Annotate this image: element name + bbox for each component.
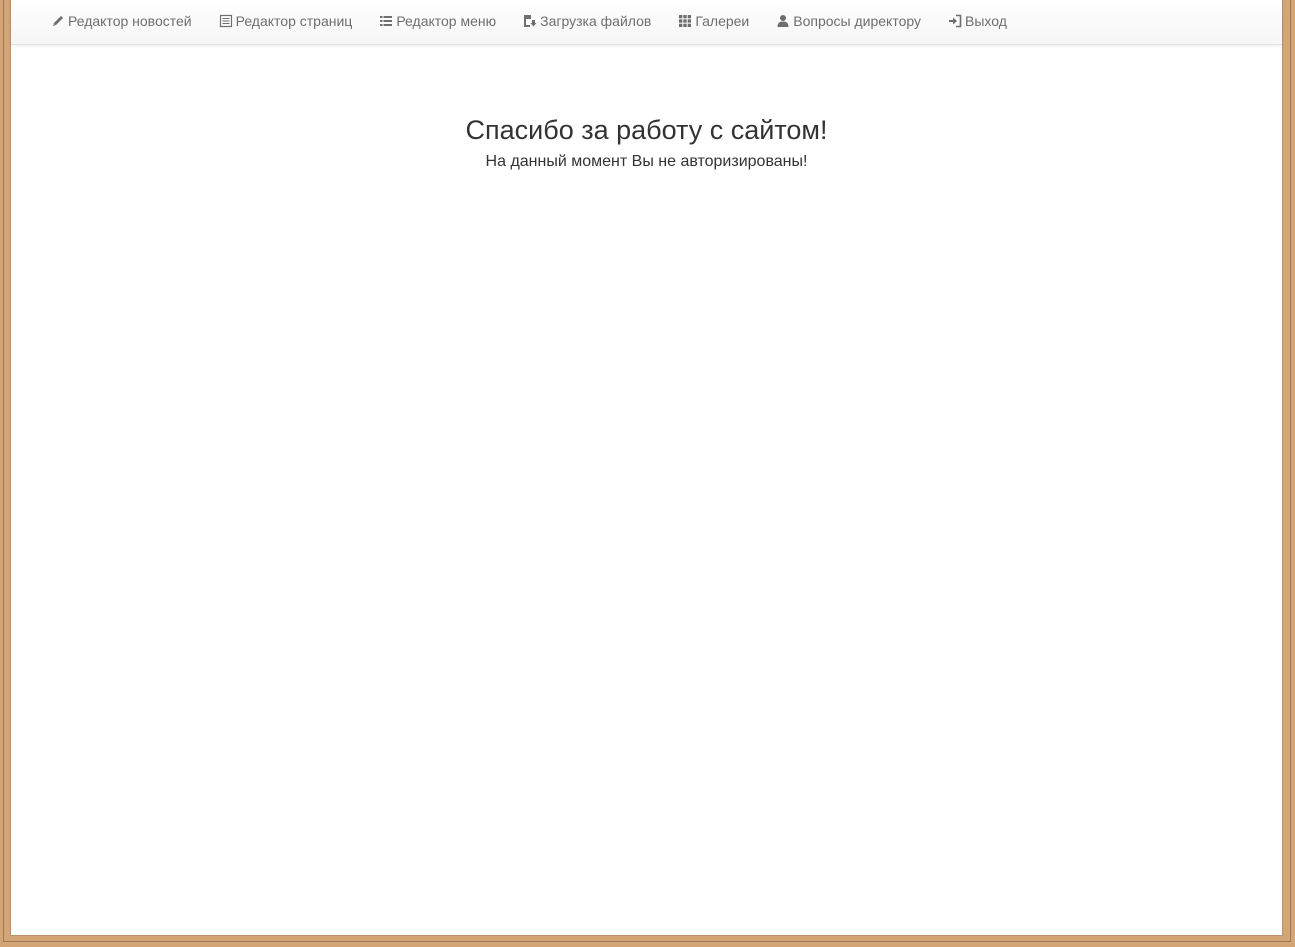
main-content: Спасибо за работу с сайтом! На данный мо… [11, 109, 1282, 173]
nav-item-label: Галереи [695, 13, 750, 29]
nav-item-label: Вопросы директору [793, 13, 922, 29]
nav-item-news-editor[interactable]: Редактор новостей [51, 13, 192, 29]
window-frame: Редактор новостей Редактор страниц Редак… [0, 0, 1295, 947]
th-icon [678, 14, 692, 28]
floppy-save-icon [523, 14, 537, 28]
nav-item-menu-editor[interactable]: Редактор меню [379, 13, 496, 29]
page: Редактор новостей Редактор страниц Редак… [10, 0, 1283, 936]
nav-item-label: Редактор меню [396, 13, 497, 29]
nav-item-file-upload[interactable]: Загрузка файлов [523, 13, 651, 29]
nav-item-label: Редактор новостей [68, 13, 192, 29]
nav-item-label: Загрузка файлов [540, 13, 652, 29]
nav-item-director-questions[interactable]: Вопросы директору [776, 13, 921, 29]
list-icon [379, 14, 393, 28]
auth-status-message: На данный момент Вы не авторизированы! [485, 153, 808, 170]
nav-list: Редактор новостей Редактор страниц Редак… [51, 0, 1034, 43]
top-navbar: Редактор новостей Редактор страниц Редак… [11, 0, 1282, 45]
user-icon [776, 14, 790, 28]
page-title: Спасибо за работу с сайтом! [465, 115, 828, 145]
nav-item-logout[interactable]: Выход [948, 13, 1007, 29]
log-in-icon [948, 14, 962, 28]
pencil-icon [51, 14, 65, 28]
nav-item-pages-editor[interactable]: Редактор страниц [219, 13, 353, 29]
nav-item-galleries[interactable]: Галереи [678, 13, 749, 29]
nav-item-label: Выход [965, 13, 1007, 29]
list-alt-icon [219, 14, 233, 28]
nav-item-label: Редактор страниц [235, 13, 353, 29]
